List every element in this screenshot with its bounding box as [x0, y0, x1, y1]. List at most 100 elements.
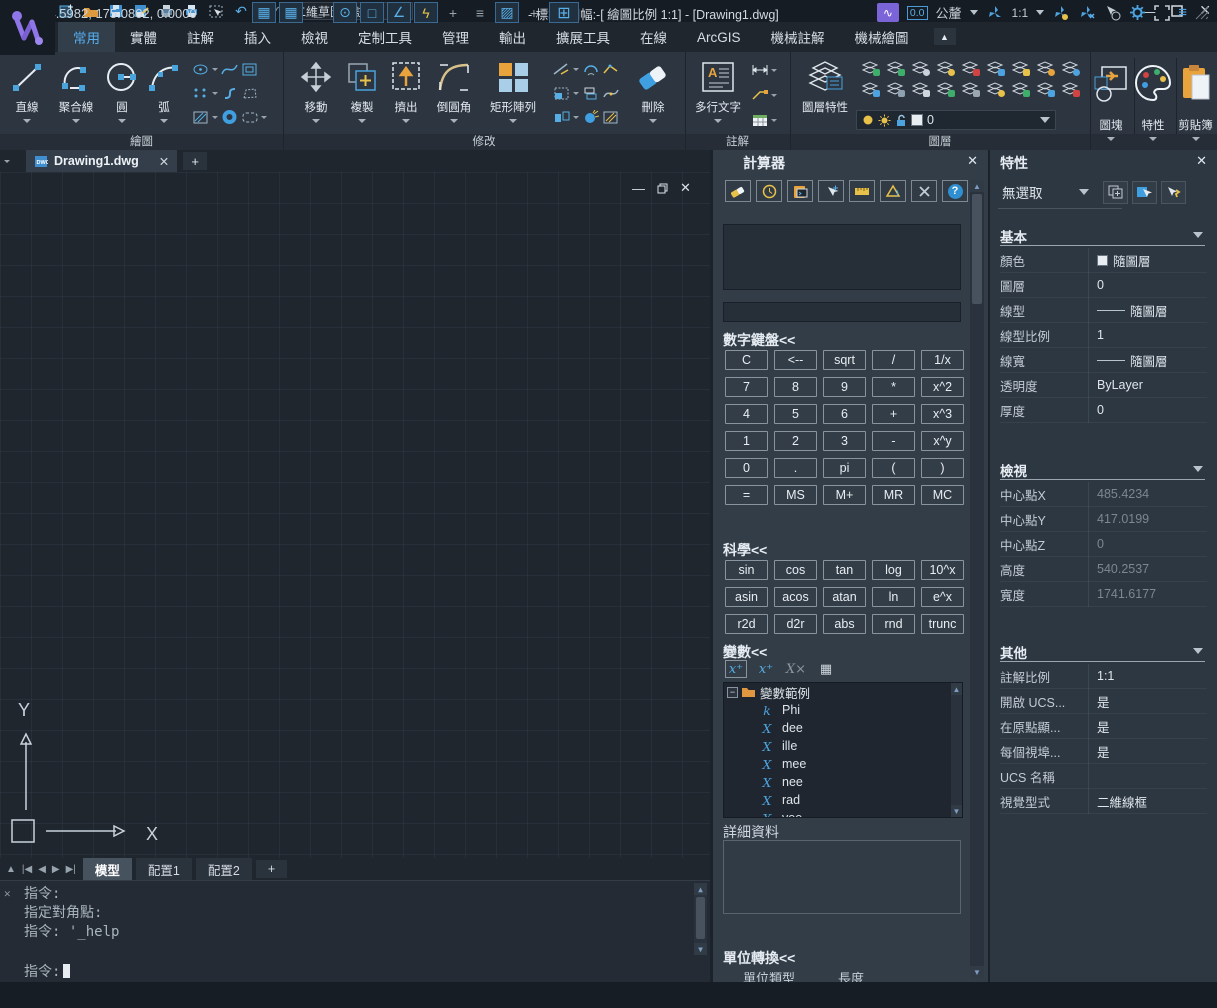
section-variables[interactable]: 變數<<: [723, 642, 767, 662]
layer-match-icon[interactable]: [1058, 59, 1081, 76]
property-row[interactable]: 開啟 UCS...是: [1000, 689, 1207, 714]
calc-key[interactable]: <--: [774, 350, 817, 370]
variable-item[interactable]: Xille: [724, 737, 962, 755]
variable-item[interactable]: Xmee: [724, 755, 962, 773]
prev-layout-icon[interactable]: ◀: [38, 864, 46, 875]
tab-express-tools[interactable]: 擴展工具: [541, 22, 625, 52]
property-row[interactable]: UCS 名稱: [1000, 764, 1207, 789]
history-icon[interactable]: [756, 180, 782, 202]
align-icon[interactable]: [582, 86, 599, 101]
ribbon-collapse-button[interactable]: ▲: [934, 28, 956, 45]
variable-item[interactable]: kPhi: [724, 701, 962, 719]
points-icon[interactable]: [192, 86, 209, 101]
last-layout-icon[interactable]: ▶|: [66, 864, 76, 875]
property-row[interactable]: 線型比例1: [1000, 323, 1207, 348]
annotation-monitor-icon[interactable]: [1078, 5, 1096, 21]
ortho-icon[interactable]: ∟: [306, 2, 330, 23]
scroll-down-icon[interactable]: ▼: [951, 805, 962, 817]
isolate-icon[interactable]: ⊞: [549, 2, 579, 23]
lineweight-icon[interactable]: ≡: [468, 2, 492, 23]
layer-copy-icon[interactable]: [1008, 80, 1031, 97]
units-icon[interactable]: 0.0: [907, 6, 928, 20]
clipboard-button[interactable]: 剪貼簿: [1174, 52, 1217, 141]
calc-key[interactable]: 8: [774, 377, 817, 397]
section-scientific[interactable]: 科學<<: [723, 540, 767, 560]
section-basic[interactable]: 基本: [1000, 226, 1205, 246]
section-other[interactable]: 其他: [1000, 642, 1205, 662]
calc-key[interactable]: asin: [725, 587, 768, 607]
dynamic-ucs-icon[interactable]: +: [441, 2, 465, 23]
property-row[interactable]: 高度540.2537: [1000, 557, 1207, 582]
scale-icon[interactable]: [553, 86, 570, 101]
property-row[interactable]: 每個視埠...是: [1000, 739, 1207, 764]
tab-output[interactable]: 輸出: [484, 22, 541, 52]
calc-key[interactable]: 2: [774, 431, 817, 451]
layer-state-icon[interactable]: [958, 80, 981, 97]
command-input[interactable]: 指令:: [24, 961, 70, 981]
calc-key[interactable]: ): [921, 458, 964, 478]
drawing-tab[interactable]: DWG Drawing1.dwg ✕: [26, 150, 177, 172]
calc-key[interactable]: trunc: [921, 614, 964, 634]
chevron-down-icon[interactable]: [573, 92, 579, 95]
new-drawing-tab-button[interactable]: +: [183, 152, 207, 170]
layer-dropdown[interactable]: 0: [856, 110, 1056, 130]
calc-key[interactable]: C: [725, 350, 768, 370]
collapse-icon[interactable]: [1193, 648, 1203, 654]
layer-merge-icon[interactable]: [908, 80, 931, 97]
scrollbar-thumb[interactable]: [696, 897, 705, 939]
calc-key[interactable]: +: [872, 404, 915, 424]
close-icon[interactable]: ✕: [1196, 153, 1207, 169]
offset-icon[interactable]: [582, 62, 599, 77]
line-button[interactable]: 直線: [4, 52, 50, 126]
calc-key[interactable]: .: [774, 458, 817, 478]
scroll-up-icon[interactable]: ▲: [694, 883, 707, 895]
tab-mech-draw[interactable]: 機械繪圖: [840, 22, 924, 52]
property-row[interactable]: 線寬隨圖層: [1000, 348, 1207, 373]
edit-variable-icon[interactable]: x⁺: [755, 660, 777, 678]
chevron-down-icon[interactable]: [23, 119, 31, 123]
calc-key[interactable]: atan: [823, 587, 866, 607]
mirror-icon[interactable]: [553, 110, 570, 125]
selection-dropdown[interactable]: 無選取: [1002, 182, 1043, 202]
table-icon[interactable]: [751, 113, 768, 128]
variable-item[interactable]: Xrad: [724, 791, 962, 809]
layer-off2-icon[interactable]: [1058, 80, 1081, 97]
calc-key[interactable]: abs: [823, 614, 866, 634]
chevron-down-icon[interactable]: [771, 94, 777, 97]
chevron-down-icon[interactable]: [714, 119, 722, 123]
copy-button[interactable]: 複製: [339, 52, 385, 126]
rect-array-button[interactable]: 矩形陣列: [481, 52, 545, 126]
variables-folder-row[interactable]: − 變數範例: [724, 683, 962, 701]
chevron-down-icon[interactable]: [212, 68, 218, 71]
property-row[interactable]: 在原點顯...是: [1000, 714, 1207, 739]
pick-point-icon[interactable]: [818, 180, 844, 202]
variables-tree[interactable]: − 變數範例 kPhi Xdee Xille Xmee Xnee Xrad Xv…: [723, 682, 963, 818]
paste-value-icon[interactable]: [787, 180, 813, 202]
variables-tree-scrollbar[interactable]: ▲ ▼: [951, 683, 962, 817]
calc-key[interactable]: 1: [725, 431, 768, 451]
app-logo[interactable]: [0, 0, 55, 55]
layer-freeze-icon[interactable]: [958, 59, 981, 76]
calc-key[interactable]: M+: [823, 485, 866, 505]
calc-key[interactable]: MR: [872, 485, 915, 505]
units-label[interactable]: 公釐: [936, 3, 962, 22]
chevron-down-icon[interactable]: [970, 10, 978, 15]
calc-key[interactable]: log: [872, 560, 915, 580]
mtext-button[interactable]: A 多行文字: [689, 52, 747, 129]
return-to-input-icon[interactable]: ▦: [815, 660, 837, 678]
intersection-icon[interactable]: [911, 180, 937, 202]
calc-key[interactable]: r2d: [725, 614, 768, 634]
calc-key[interactable]: =: [725, 485, 768, 505]
move-button[interactable]: 移動: [293, 52, 339, 126]
tab-manage[interactable]: 管理: [427, 22, 484, 52]
calc-key[interactable]: rnd: [872, 614, 915, 634]
chevron-down-icon[interactable]: [118, 119, 126, 123]
section-keypad[interactable]: 數字鍵盤<<: [723, 330, 795, 350]
erase-button[interactable]: 刪除: [629, 52, 677, 126]
property-row[interactable]: 厚度0: [1000, 398, 1207, 423]
calculator-scrollbar[interactable]: ▲ ▼: [970, 180, 984, 978]
scroll-up-icon[interactable]: ▲: [970, 180, 984, 192]
layer-properties-button[interactable]: 圖層特性: [796, 52, 854, 115]
object-snap-icon[interactable]: □: [360, 2, 384, 23]
menu-icon[interactable]: ≡: [1178, 4, 1187, 21]
